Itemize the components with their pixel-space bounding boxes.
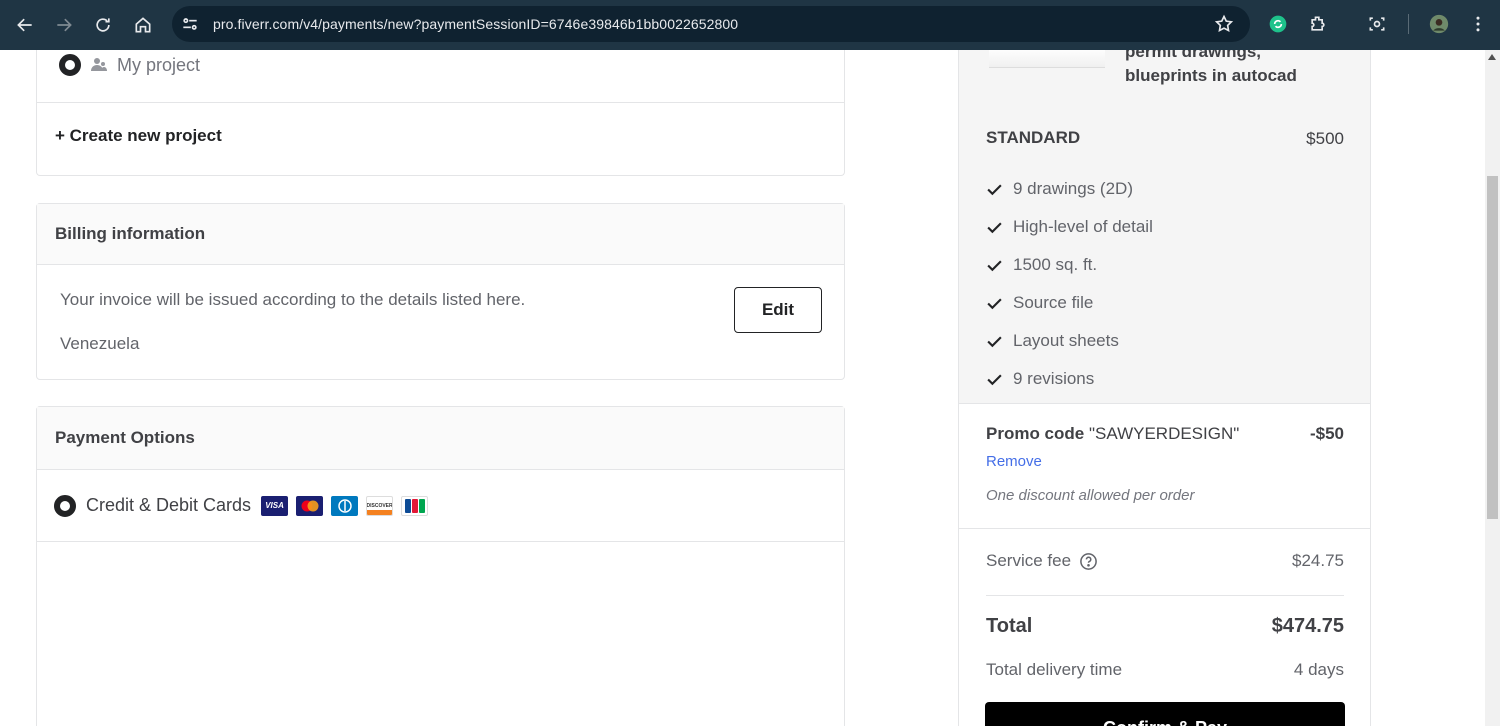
gig-thumbnail[interactable] [989, 50, 1105, 68]
gig-title: permit drawings, blueprints in autocad [1125, 50, 1297, 85]
package-features: 9 drawings (2D) High-level of detail 150… [986, 170, 1153, 398]
project-option-my-project[interactable]: My project [59, 54, 200, 76]
site-settings-icon[interactable] [180, 14, 200, 34]
payment-options-card: Payment Options Credit & Debit Cards VIS… [36, 406, 845, 726]
check-icon [987, 335, 1002, 347]
arrow-right-icon [57, 18, 72, 32]
check-icon [987, 373, 1002, 385]
create-new-project-link[interactable]: + Create new project [55, 126, 222, 146]
check-icon [987, 297, 1002, 309]
bookmark-star-icon[interactable] [1214, 14, 1234, 34]
reload-icon [96, 18, 110, 32]
extension-sync-icon[interactable] [1266, 12, 1290, 36]
radio-selected[interactable] [54, 494, 76, 517]
check-icon [987, 183, 1002, 195]
remove-promo-link[interactable]: Remove [986, 453, 1042, 470]
visa-icon: VISA [261, 495, 289, 516]
confirm-pay-button[interactable]: Confirm & Pay [985, 702, 1345, 726]
feature-item: High-level of detail [986, 208, 1153, 246]
browser-menu-icon[interactable] [1466, 12, 1490, 36]
home-button[interactable] [129, 11, 157, 39]
mastercard-icon [296, 495, 324, 516]
package-name: STANDARD [986, 128, 1081, 147]
edit-billing-button[interactable]: Edit [734, 287, 822, 333]
check-icon [987, 221, 1002, 233]
url-text[interactable]: pro.fiverr.com/v4/payments/new?paymentSe… [213, 16, 738, 32]
home-icon [135, 17, 151, 33]
divider [986, 595, 1344, 596]
diners-club-icon [331, 495, 359, 516]
feature-item: 1500 sq. ft. [986, 246, 1153, 284]
service-fee-label: Service fee [986, 551, 1098, 571]
promo-note: One discount allowed per order [986, 487, 1195, 504]
service-fee-amount: $24.75 [1292, 551, 1344, 570]
radio-selected[interactable] [59, 54, 81, 76]
discover-icon: DISCOVER [366, 495, 394, 516]
check-icon [987, 259, 1002, 271]
payment-method-label: Credit & Debit Cards [86, 495, 252, 515]
payment-options-title: Payment Options [37, 407, 844, 470]
feature-item: Source file [986, 284, 1153, 322]
back-button[interactable] [11, 11, 39, 39]
user-group-icon [91, 58, 107, 71]
project-card: My project + Create new project [36, 50, 845, 176]
forward-button[interactable] [50, 11, 78, 39]
delivery-time-label: Total delivery time [986, 660, 1123, 679]
feature-item: 9 revisions [986, 360, 1153, 398]
billing-description: Your invoice will be issued according to… [60, 290, 526, 309]
scroll-up-arrow-icon[interactable] [1488, 54, 1496, 60]
order-summary: permit drawings, blueprints in autocad S… [958, 50, 1371, 726]
promo-discount-amount: -$50 [1309, 424, 1344, 443]
browser-toolbar: pro.fiverr.com/v4/payments/new?paymentSe… [0, 0, 1500, 50]
scrollbar-thumb[interactable] [1487, 176, 1498, 519]
feature-item: Layout sheets [986, 322, 1153, 360]
divider [37, 102, 844, 103]
package-summary: permit drawings, blueprints in autocad S… [959, 50, 1370, 404]
package-price: $500 [1306, 129, 1344, 148]
billing-title: Billing information [37, 204, 844, 265]
payment-option-credit-card[interactable]: Credit & Debit Cards VISA DISCOVER [37, 470, 844, 542]
delivery-time-value: 4 days [1293, 660, 1344, 679]
toolbar-separator [1408, 14, 1409, 34]
extensions-puzzle-icon[interactable] [1306, 12, 1330, 36]
arrow-left-icon [17, 18, 32, 32]
address-bar[interactable]: pro.fiverr.com/v4/payments/new?paymentSe… [172, 6, 1250, 42]
feature-item: 9 drawings (2D) [986, 170, 1153, 208]
profile-avatar[interactable] [1427, 12, 1451, 36]
project-label: My project [117, 54, 201, 75]
billing-card: Billing information Your invoice will be… [36, 203, 845, 380]
card-logos: VISA DISCOVER [261, 495, 429, 516]
promo-code-value: "SAWYERDESIGN" [1088, 424, 1240, 443]
total-amount: $474.75 [1271, 615, 1344, 637]
total-label: Total [986, 615, 1033, 637]
screenshot-capture-icon[interactable] [1365, 12, 1389, 36]
jcb-icon [401, 495, 429, 516]
divider [959, 528, 1370, 529]
checkout-page: My project + Create new project Billing … [0, 50, 1485, 726]
promo-code-label: Promo code "SAWYERDESIGN" [986, 424, 1240, 443]
billing-country: Venezuela [60, 334, 140, 353]
help-circle-icon[interactable] [1079, 552, 1098, 571]
page-scrollbar[interactable] [1485, 50, 1500, 726]
reload-button[interactable] [89, 11, 117, 39]
